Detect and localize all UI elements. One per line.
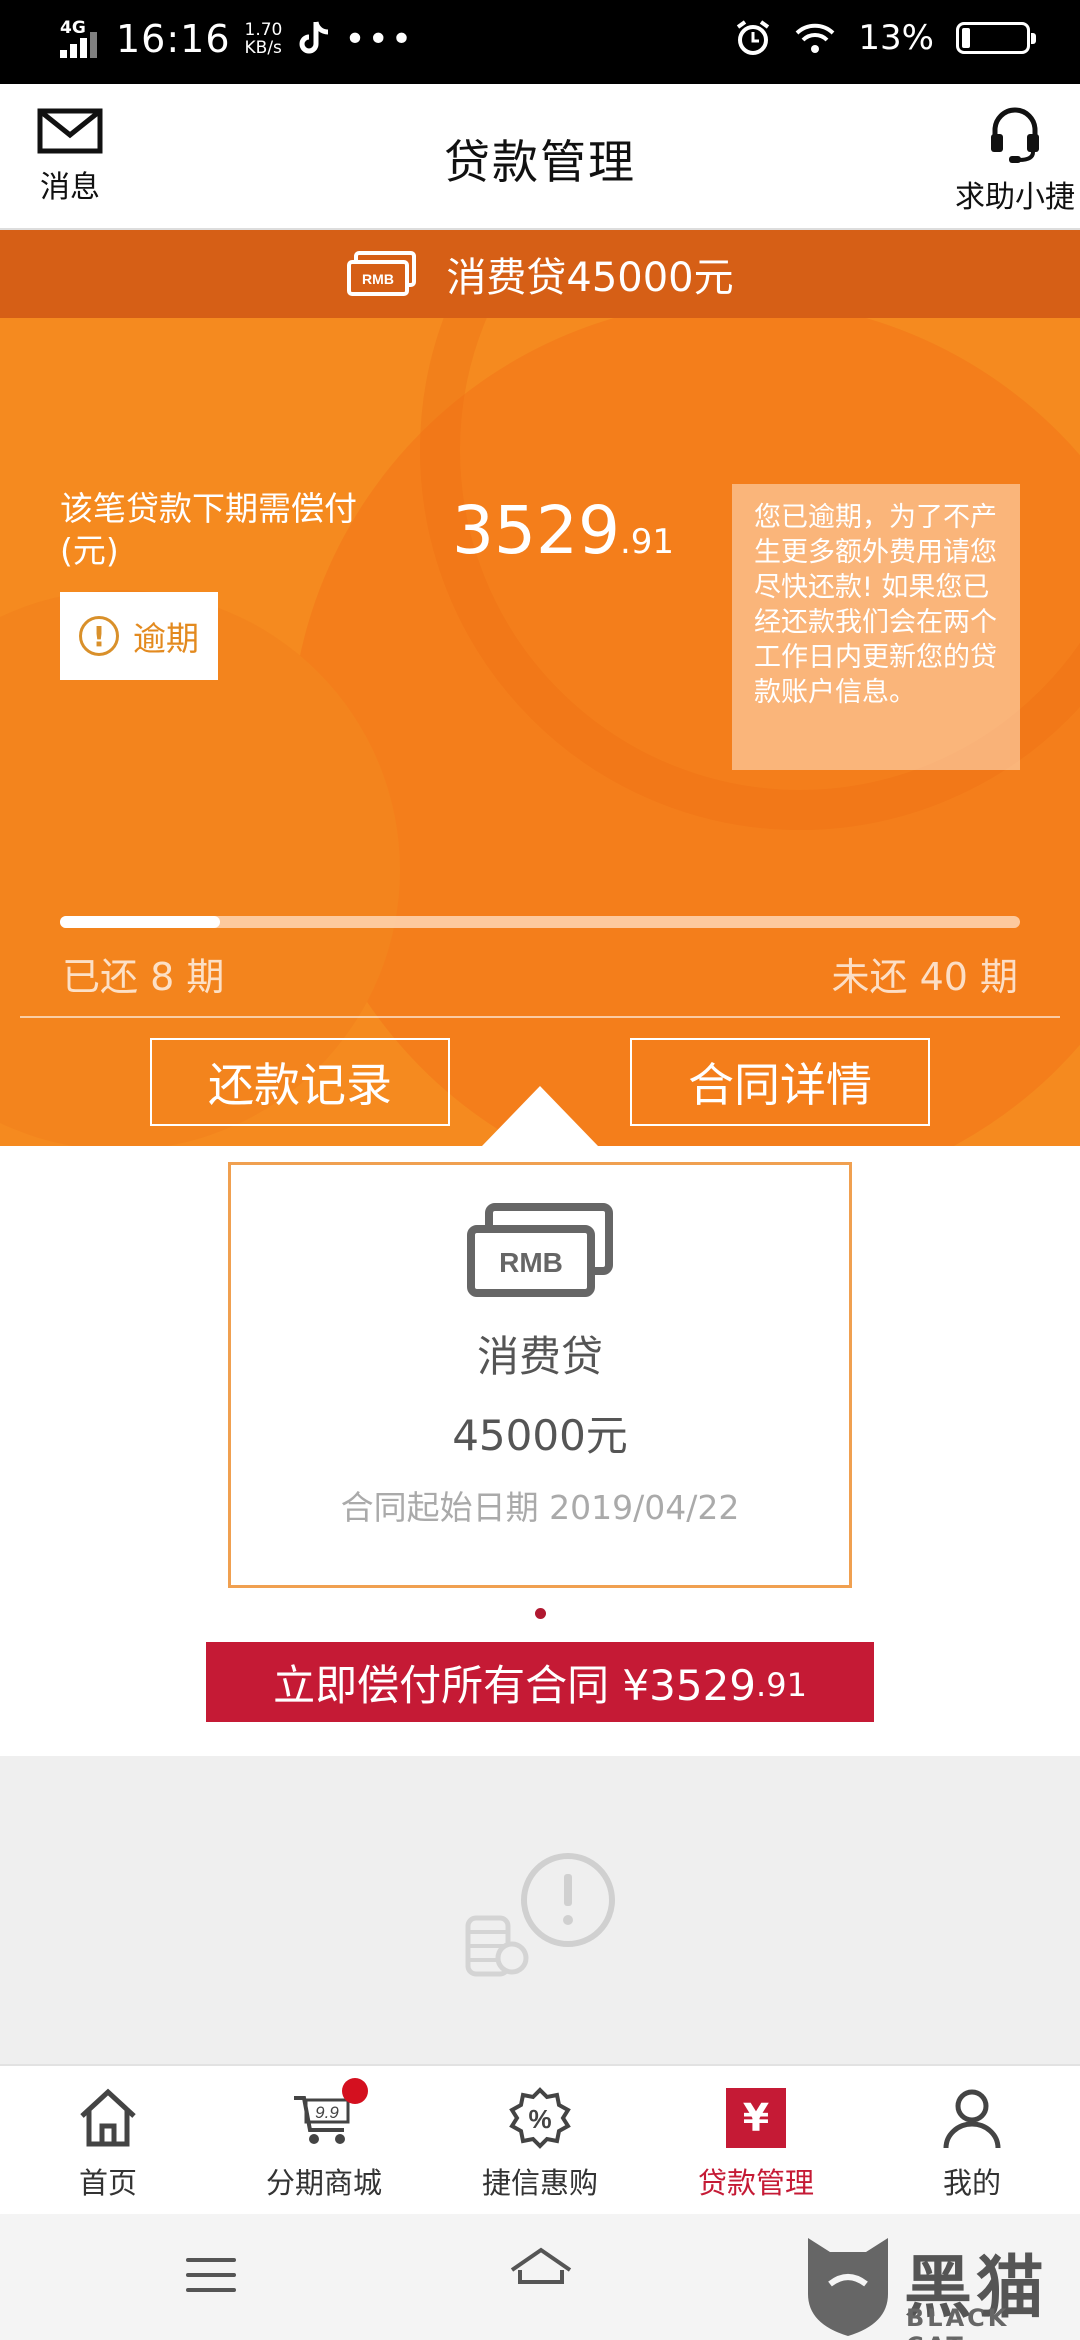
speed-unit: KB/s bbox=[244, 38, 282, 58]
rmb-label: RMB bbox=[499, 1247, 563, 1278]
tab-deals[interactable]: % 捷信惠购 bbox=[432, 2066, 648, 2214]
repayment-progress-bar bbox=[60, 916, 1020, 928]
tab-home-label: 首页 bbox=[78, 2166, 137, 2200]
coins-warning-icon bbox=[465, 1853, 615, 1977]
tab-home[interactable]: 首页 bbox=[0, 2066, 216, 2214]
contract-section: RMB 消费贷 45000元 合同起始日期 2019/04/22 立即偿付所有合… bbox=[0, 1146, 1080, 1756]
top-navigation: 消息 贷款管理 求助小捷 bbox=[0, 84, 1080, 230]
battery-icon bbox=[956, 22, 1036, 54]
speed-value: 1.70 bbox=[244, 20, 283, 40]
headset-icon bbox=[991, 107, 1039, 163]
due-amount: 3529.91 bbox=[452, 492, 674, 569]
due-label: 该笔贷款下期需偿付(元) bbox=[60, 489, 357, 570]
rmb-note-icon: RMB bbox=[347, 251, 417, 296]
more-notifications-icon: ••• bbox=[344, 18, 415, 60]
signal-icon: 4G bbox=[58, 14, 102, 64]
cart-price-text: 9.9 bbox=[315, 2103, 339, 2122]
watermark-logo: 黑猫 BLACK CAT bbox=[800, 2228, 1070, 2340]
tiktok-icon bbox=[299, 21, 329, 54]
status-badge-label: 逾期 bbox=[133, 619, 199, 658]
repayment-records-button[interactable]: 还款记录 bbox=[150, 1038, 450, 1126]
tab-loan-management-label: 贷款管理 bbox=[697, 2166, 814, 2200]
repayment-progress-fill bbox=[60, 916, 221, 928]
help-label: 求助小捷 bbox=[955, 180, 1075, 215]
battery-percent: 13% bbox=[858, 18, 934, 58]
rmb-note-icon: RMB bbox=[467, 1203, 613, 1297]
warning-icon: ! bbox=[79, 616, 119, 656]
home-icon bbox=[80, 2088, 136, 2147]
user-icon bbox=[943, 2089, 1001, 2149]
pagination-dot bbox=[535, 1608, 546, 1619]
home-nav-icon[interactable] bbox=[506, 2242, 576, 2302]
clock: 16:16 bbox=[116, 17, 231, 61]
tab-deals-label: 捷信惠购 bbox=[481, 2166, 598, 2200]
network-speed: 1.70 KB/s bbox=[245, 21, 283, 57]
overdue-notice: 您已逾期，为了不产生更多额外费用请您尽快还款! 如果您已经还款我们会在两个工作日… bbox=[732, 484, 1020, 770]
contract-details-button[interactable]: 合同详情 bbox=[630, 1038, 930, 1126]
status-bar: 4G 16:16 1.70 KB/s ••• 13% bbox=[0, 0, 1080, 84]
pay-all-contracts-button[interactable]: 立即偿付所有合同 ¥3529.91 bbox=[206, 1642, 874, 1722]
bottom-tab-bar: 首页 9.9 分期商城 % 捷信惠购 ¥ 贷款管理 我的 bbox=[0, 2064, 1080, 2214]
status-badge: ! 逾期 bbox=[60, 592, 218, 680]
tab-installment-mall[interactable]: 9.9 分期商城 bbox=[216, 2066, 432, 2214]
empty-area bbox=[0, 1756, 1080, 2064]
svg-text:RMB: RMB bbox=[362, 271, 394, 287]
menu-icon[interactable] bbox=[186, 2258, 236, 2303]
yen-icon: ¥ bbox=[726, 2088, 786, 2148]
network-type: 4G bbox=[60, 18, 86, 38]
tab-loan-management[interactable]: ¥ 贷款管理 bbox=[648, 2066, 864, 2214]
wifi-icon bbox=[796, 23, 835, 53]
contract-amount: 45000元 bbox=[452, 1411, 628, 1460]
system-navigation-bar: 黑猫 BLACK CAT bbox=[0, 2214, 1080, 2340]
watermark-subtext: BLACK CAT bbox=[906, 2304, 1010, 2340]
selection-pointer bbox=[482, 1086, 598, 1146]
discount-symbol: % bbox=[528, 2104, 551, 2134]
pay-all-decimal: .91 bbox=[756, 1666, 807, 1704]
notification-badge bbox=[342, 2078, 368, 2104]
loan-summary-panel: RMB 消费贷45000元 该笔贷款下期需偿付(元) ! 逾期 3529.91 … bbox=[0, 230, 1080, 1146]
divider bbox=[20, 1016, 1060, 1018]
due-amount-integer: 3529 bbox=[452, 492, 620, 569]
loan-banner-text: 消费贷45000元 bbox=[446, 255, 734, 301]
contract-card[interactable]: RMB 消费贷 45000元 合同起始日期 2019/04/22 bbox=[228, 1162, 852, 1588]
unpaid-periods: 未还 40 期 bbox=[831, 955, 1018, 999]
pay-all-label: 立即偿付所有合同 ¥3529 bbox=[273, 1660, 757, 1710]
tab-installment-mall-label: 分期商城 bbox=[265, 2166, 382, 2200]
tab-profile[interactable]: 我的 bbox=[864, 2066, 1080, 2214]
help-button[interactable]: 求助小捷 bbox=[952, 106, 1078, 216]
battery-level bbox=[962, 28, 970, 48]
paid-periods: 已还 8 期 bbox=[62, 955, 225, 999]
contract-start-date: 合同起始日期 2019/04/22 bbox=[340, 1488, 740, 1527]
discount-icon: % bbox=[509, 2087, 571, 2149]
loan-banner: RMB 消费贷45000元 bbox=[0, 230, 1080, 318]
tab-profile-label: 我的 bbox=[942, 2166, 1001, 2200]
contract-name: 消费贷 bbox=[476, 1332, 603, 1381]
page-title: 贷款管理 bbox=[444, 135, 636, 189]
due-amount-decimal: .91 bbox=[619, 522, 675, 562]
alarm-icon bbox=[737, 20, 770, 55]
black-cat-logo-icon bbox=[808, 2238, 888, 2336]
